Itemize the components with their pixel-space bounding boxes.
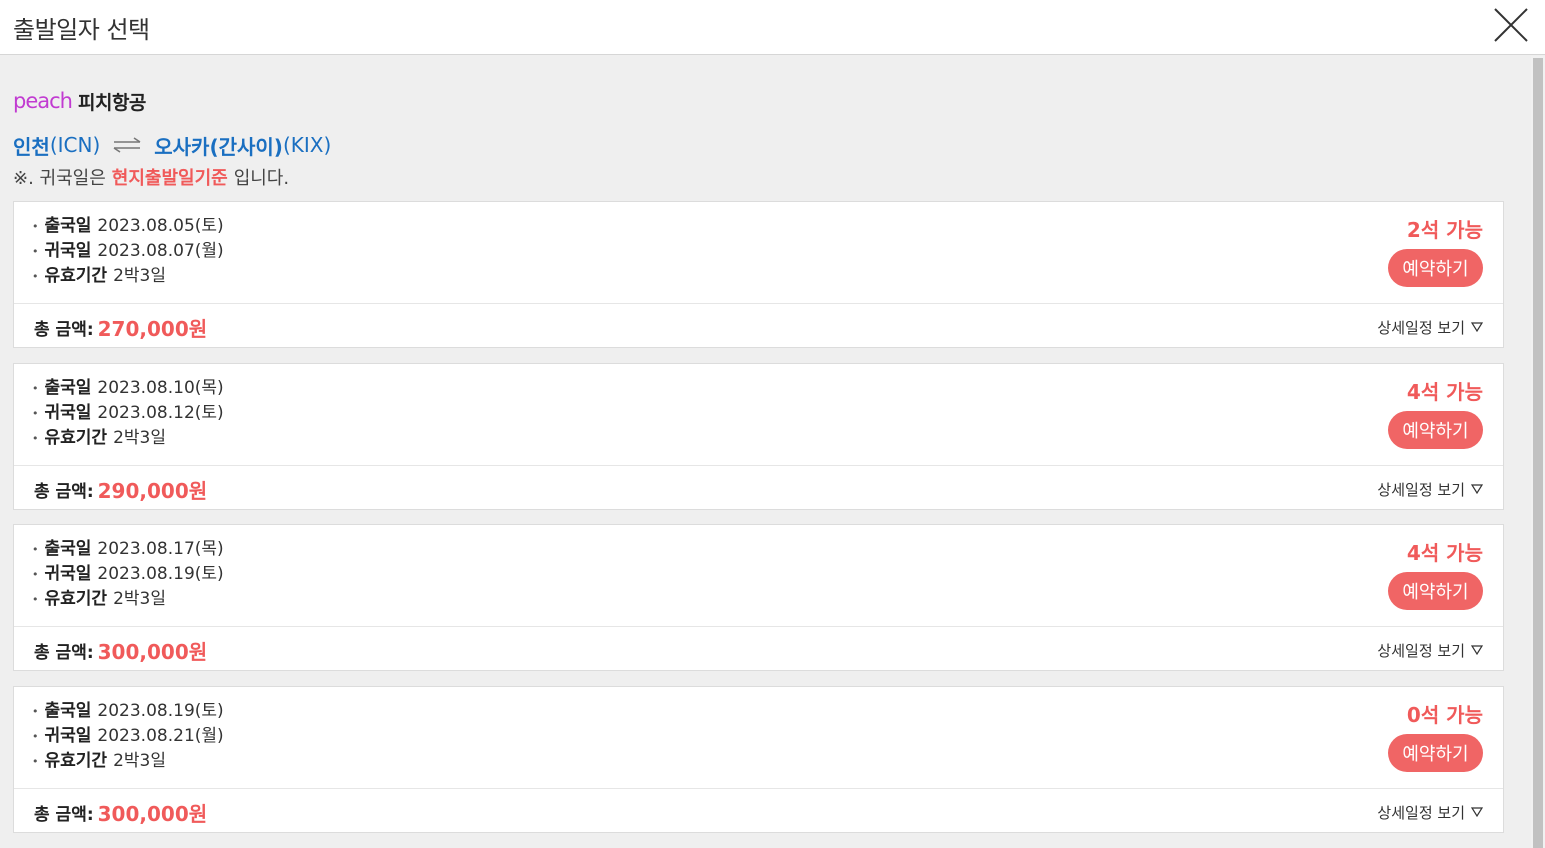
duration-value: 2박3일 [113, 751, 166, 771]
bullet: • [32, 705, 39, 718]
detail-label: 상세일정 보기 [1377, 480, 1465, 499]
bullet: • [32, 407, 39, 420]
depart-label: 출국일 [44, 378, 92, 398]
round-trip-arrows-icon [113, 137, 141, 153]
detail-label: 상세일정 보기 [1377, 318, 1465, 337]
detail-schedule-toggle[interactable]: 상세일정 보기 [1377, 312, 1483, 342]
bullet: • [32, 730, 39, 743]
total-value: 270,000원 [97, 316, 208, 341]
origin-code: (ICN) [49, 133, 101, 157]
detail-label: 상세일정 보기 [1377, 641, 1465, 660]
dialog-header: 출발일자 선택 [0, 0, 1545, 55]
notice-prefix: ※. 귀국일은 [13, 168, 106, 189]
depart-label: 출국일 [44, 539, 92, 559]
triangle-down-icon [1471, 322, 1483, 332]
triangle-down-icon [1471, 645, 1483, 655]
seats-available: 0석 가능 [1406, 703, 1483, 727]
dest-code: (KIX) [282, 133, 332, 157]
offer-card: • 출국일 2023.08.05(토) • 귀국일 2023.08.07(월) • 유효기… [13, 201, 1504, 348]
offer-info: • 출국일 2023.08.05(토) • 귀국일 2023.08.07(월) • 유효기… [32, 214, 224, 289]
airline-logo: peach [13, 89, 73, 113]
seats-available: 4석 가능 [1406, 541, 1483, 565]
route-info: 인천 (ICN) 오사카(간사이) (KIX) [13, 130, 331, 160]
return-label: 귀국일 [44, 564, 92, 584]
offer-card: • 출국일 2023.08.17(목) • 귀국일 2023.08.19(토) • 유효기… [13, 524, 1504, 671]
total-price: 총 금액: 300,000원 [34, 797, 207, 827]
reserve-button[interactable]: 예약하기 [1388, 734, 1483, 772]
reserve-button[interactable]: 예약하기 [1388, 249, 1483, 287]
reserve-button[interactable]: 예약하기 [1388, 572, 1483, 610]
depart-date: 2023.08.10(목) [97, 378, 224, 398]
depart-date: 2023.08.19(토) [97, 701, 224, 721]
duration-label: 유효기간 [44, 589, 108, 609]
duration-label: 유효기간 [44, 266, 108, 286]
return-date: 2023.08.07(월) [97, 241, 224, 261]
depart-label: 출국일 [44, 216, 92, 236]
divider [14, 788, 1503, 789]
detail-label: 상세일정 보기 [1377, 803, 1465, 822]
total-value: 290,000원 [97, 478, 208, 503]
offer-info: • 출국일 2023.08.17(목) • 귀국일 2023.08.19(토) • 유효기… [32, 537, 224, 612]
duration-value: 2박3일 [113, 589, 166, 609]
bullet: • [32, 270, 39, 283]
return-label: 귀국일 [44, 726, 92, 746]
bullet: • [32, 593, 39, 606]
total-label: 총 금액: [34, 804, 94, 825]
return-date: 2023.08.21(월) [97, 726, 224, 746]
return-label: 귀국일 [44, 403, 92, 423]
total-value: 300,000원 [97, 639, 208, 664]
bullet: • [32, 220, 39, 233]
offer-card: • 출국일 2023.08.19(토) • 귀국일 2023.08.21(월) • 유효기… [13, 686, 1504, 833]
total-label: 총 금액: [34, 642, 94, 663]
origin-city: 인천 [13, 134, 50, 159]
seats-available: 4석 가능 [1406, 380, 1483, 404]
duration-value: 2박3일 [113, 266, 166, 286]
bullet: • [32, 382, 39, 395]
depart-label: 출국일 [44, 701, 92, 721]
offer-card: • 출국일 2023.08.10(목) • 귀국일 2023.08.12(토) • 유효기… [13, 363, 1504, 510]
offer-info: • 출국일 2023.08.19(토) • 귀국일 2023.08.21(월) • 유효기… [32, 699, 224, 774]
vertical-scrollbar[interactable] [1531, 56, 1545, 848]
reserve-button[interactable]: 예약하기 [1388, 411, 1483, 449]
airline-name: 피치항공 [77, 91, 146, 114]
notice-highlight: 현지출발일기준 [111, 168, 228, 189]
scrollbar-thumb[interactable] [1533, 58, 1543, 848]
duration-label: 유효기간 [44, 751, 108, 771]
total-price: 총 금액: 270,000원 [34, 312, 207, 342]
offer-info: • 출국일 2023.08.10(목) • 귀국일 2023.08.12(토) • 유효기… [32, 376, 224, 451]
duration-value: 2박3일 [113, 428, 166, 448]
seats-available: 2석 가능 [1406, 218, 1483, 242]
detail-schedule-toggle[interactable]: 상세일정 보기 [1377, 797, 1483, 827]
detail-schedule-toggle[interactable]: 상세일정 보기 [1377, 474, 1483, 504]
divider [14, 465, 1503, 466]
airline-header: peach 피치항공 [13, 86, 146, 116]
bullet: • [32, 432, 39, 445]
triangle-down-icon [1471, 807, 1483, 817]
triangle-down-icon [1471, 484, 1483, 494]
bullet: • [32, 245, 39, 258]
return-date: 2023.08.19(토) [97, 564, 224, 584]
dialog-title: 출발일자 선택 [13, 16, 150, 44]
return-date: 2023.08.12(토) [97, 403, 224, 423]
divider [14, 303, 1503, 304]
total-price: 총 금액: 300,000원 [34, 635, 207, 665]
bullet: • [32, 755, 39, 768]
bullet: • [32, 543, 39, 556]
depart-date: 2023.08.05(토) [97, 216, 224, 236]
total-price: 총 금액: 290,000원 [34, 474, 207, 504]
bullet: • [32, 568, 39, 581]
divider [14, 626, 1503, 627]
return-date-notice: ※. 귀국일은 현지출발일기준 입니다. [13, 164, 289, 190]
depart-date: 2023.08.17(목) [97, 539, 224, 559]
detail-schedule-toggle[interactable]: 상세일정 보기 [1377, 635, 1483, 665]
total-value: 300,000원 [97, 801, 208, 826]
return-label: 귀국일 [44, 241, 92, 261]
dest-city: 오사카(간사이) [154, 134, 283, 159]
total-label: 총 금액: [34, 319, 94, 340]
close-icon[interactable] [1492, 6, 1530, 44]
notice-suffix: 입니다. [233, 168, 290, 189]
total-label: 총 금액: [34, 481, 94, 502]
duration-label: 유효기간 [44, 428, 108, 448]
